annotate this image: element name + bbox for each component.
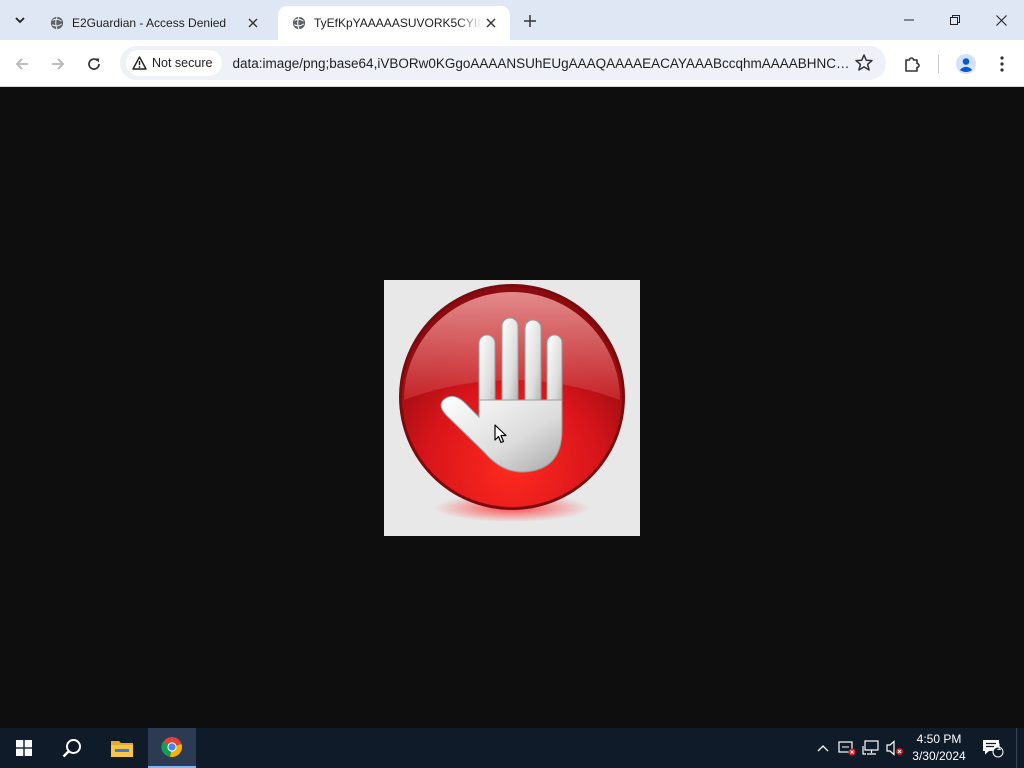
avatar-icon xyxy=(956,54,976,74)
stop-hand-icon xyxy=(399,284,625,522)
warning-triangle-icon xyxy=(132,56,147,70)
chevron-down-icon xyxy=(15,17,25,24)
back-button[interactable] xyxy=(9,51,35,77)
profile-button[interactable] xyxy=(953,51,979,77)
close-window-button[interactable] xyxy=(978,0,1024,40)
menu-button[interactable] xyxy=(989,51,1015,77)
search-button[interactable] xyxy=(48,728,96,768)
chrome-icon xyxy=(161,737,182,757)
browser-toolbar: Not secure data:image/png;base64,iVBORw0… xyxy=(0,40,1024,87)
network-icon xyxy=(862,740,879,755)
reload-icon xyxy=(88,58,100,70)
defender-alert-icon xyxy=(838,741,856,756)
puzzle-icon xyxy=(905,57,920,72)
mouse-cursor-icon xyxy=(494,424,507,444)
file-explorer-button[interactable] xyxy=(98,728,146,768)
search-icon xyxy=(62,739,81,758)
close-icon xyxy=(995,14,1007,26)
action-center-button[interactable]: 1 xyxy=(980,728,1006,768)
minimize-icon xyxy=(904,19,914,21)
security-chip[interactable]: Not secure xyxy=(126,50,223,76)
chevron-up-icon xyxy=(817,745,829,752)
tab-title: TyEfKpYAAAAASUVORK5CYII= xyxy=(314,16,482,30)
address-bar[interactable]: Not secure data:image/png;base64,iVBORw0… xyxy=(120,46,886,80)
close-icon xyxy=(248,18,258,28)
tab-strip: E2Guardian - Access Denied TyEfKpYAAAAAS… xyxy=(0,0,1024,40)
clock-time: 4:50 PM xyxy=(916,732,962,746)
tray-security-icon-button[interactable] xyxy=(836,728,858,768)
kebab-menu-icon xyxy=(1000,56,1004,72)
volume-button[interactable] xyxy=(884,728,906,768)
bookmark-star-icon[interactable] xyxy=(854,53,874,73)
globe-icon xyxy=(50,16,64,30)
tab-e2guardian[interactable]: E2Guardian - Access Denied xyxy=(36,6,272,40)
url-text[interactable]: data:image/png;base64,iVBORw0KGgoAAAANSU… xyxy=(232,56,852,71)
show-hidden-icons-button[interactable] xyxy=(812,728,834,768)
start-button[interactable] xyxy=(0,728,48,768)
tab-search-button[interactable] xyxy=(8,8,32,32)
restore-icon xyxy=(950,15,960,25)
reload-button[interactable] xyxy=(81,51,107,77)
network-button[interactable] xyxy=(860,728,882,768)
displayed-image xyxy=(384,280,640,536)
globe-icon xyxy=(292,16,306,30)
extensions-button[interactable] xyxy=(899,51,925,77)
forward-button[interactable] xyxy=(45,51,71,77)
new-tab-button[interactable] xyxy=(518,9,542,33)
security-label: Not secure xyxy=(152,56,213,70)
close-icon xyxy=(486,18,496,28)
notification-count-badge: 1 xyxy=(996,743,1002,753)
chrome-taskbar-button[interactable] xyxy=(148,728,196,768)
minimize-button[interactable] xyxy=(886,0,932,40)
system-clock[interactable]: 4:50 PM 3/30/2024 xyxy=(904,731,974,765)
plus-icon xyxy=(524,15,536,27)
page-content xyxy=(0,88,1024,728)
tab-title: E2Guardian - Access Denied xyxy=(72,16,227,30)
tab-image[interactable]: TyEfKpYAAAAASUVORK5CYII= xyxy=(278,6,510,40)
windows-logo-icon xyxy=(16,740,32,756)
windows-taskbar: 4:50 PM 3/30/2024 1 xyxy=(0,728,1024,768)
clock-date: 3/30/2024 xyxy=(912,749,966,763)
arrow-right-icon xyxy=(52,58,65,70)
arrow-left-icon xyxy=(15,58,28,70)
toolbar-divider xyxy=(938,55,939,73)
restore-button[interactable] xyxy=(932,0,978,40)
folder-icon xyxy=(111,741,133,757)
volume-muted-icon xyxy=(886,740,903,756)
tab-close-button[interactable] xyxy=(244,14,262,32)
tab-close-button[interactable] xyxy=(482,14,500,32)
show-desktop-button[interactable] xyxy=(1016,728,1017,768)
